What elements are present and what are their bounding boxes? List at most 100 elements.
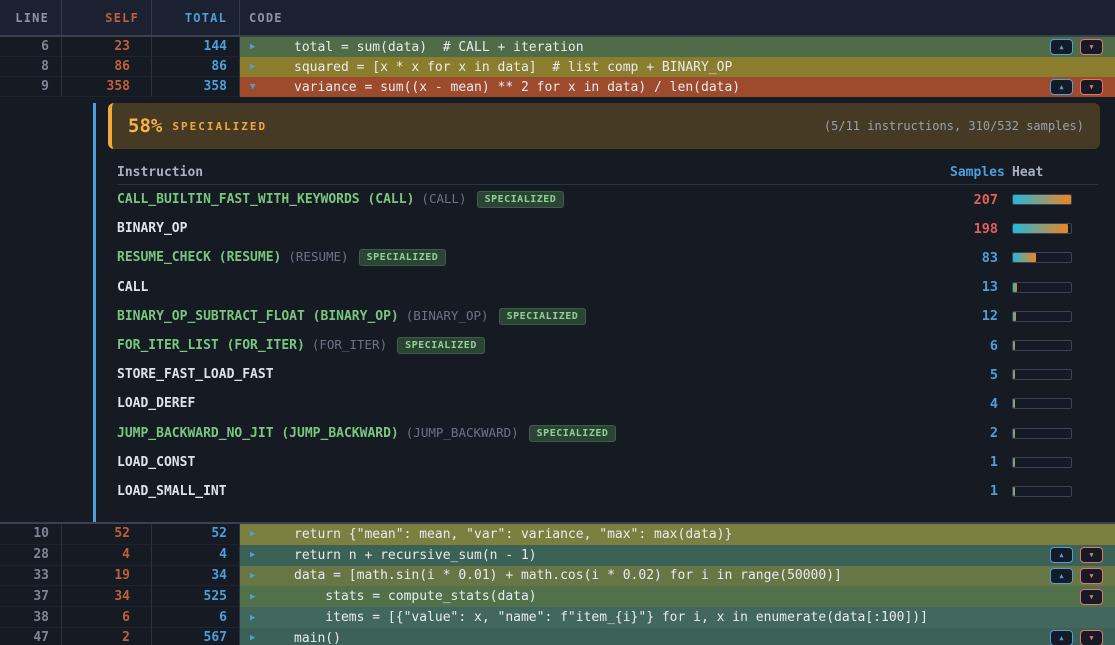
specialization-banner: 58% SPECIALIZED (5/11 instructions, 310/… [108, 103, 1100, 149]
heat-bar [1012, 194, 1072, 205]
code-text: stats = compute_stats(data) [294, 589, 537, 604]
line-number-cell: 33 [0, 566, 62, 587]
samples-value: 13 [950, 279, 1010, 295]
instruction-name: RESUME_CHECK (RESUME)(RESUME)SPECIALIZED [117, 249, 950, 266]
code-text: variance = sum((x - mean) ** 2 for x in … [294, 80, 740, 95]
expand-collapse-icon[interactable]: ▶ [250, 62, 262, 72]
jump-down-button[interactable]: ▼ [1080, 589, 1103, 605]
heat-bar-fill [1013, 487, 1015, 496]
down-arrow-icon: ▼ [1089, 572, 1093, 580]
up-arrow-icon: ▲ [1059, 572, 1063, 580]
up-arrow-icon: ▲ [1059, 634, 1063, 642]
jump-up-button[interactable]: ▲ [1050, 79, 1073, 95]
specialized-badge: SPECIALIZED [499, 308, 587, 325]
expand-collapse-icon[interactable]: ▶ [250, 633, 262, 643]
expand-collapse-icon[interactable]: ▶ [250, 592, 262, 602]
instruction-base-name: (BINARY_OP) [406, 308, 489, 323]
specialization-label: SPECIALIZED [172, 120, 267, 133]
code-text: return n + recursive_sum(n - 1) [294, 548, 537, 563]
code-cell[interactable]: ▶ squared = [x * x for x in data] # list… [240, 57, 1115, 77]
expand-collapse-icon[interactable]: ▶ [250, 613, 262, 623]
specialized-badge: SPECIALIZED [359, 249, 447, 266]
heat-bar-fill [1013, 195, 1071, 204]
code-cell[interactable]: ▶ main() ▲ ▼ [240, 628, 1115, 645]
instruction-row: STORE_FAST_LOAD_FAST 5 [117, 360, 1098, 389]
code-cell[interactable]: ▼ variance = sum((x - mean) ** 2 for x i… [240, 77, 1115, 97]
heat-bar-fill [1013, 429, 1015, 438]
profiler-view: LINE SELF TOTAL CODE 6 23 144 ▶ total = … [0, 0, 1115, 645]
instruction-row: FOR_ITER_LIST (FOR_ITER)(FOR_ITER)SPECIA… [117, 331, 1098, 360]
jump-up-button[interactable]: ▲ [1050, 568, 1073, 584]
heat-cell [1010, 252, 1098, 263]
code-row: 33 19 34 ▶ data = [math.sin(i * 0.01) + … [0, 566, 1115, 587]
instruction-name: CALL_BUILTIN_FAST_WITH_KEYWORDS (CALL)(C… [117, 191, 950, 208]
heat-cell [1010, 194, 1098, 205]
instruction-column-header[interactable]: Instruction [117, 165, 950, 180]
code-cell[interactable]: ▶ data = [math.sin(i * 0.01) + math.cos(… [240, 566, 1115, 587]
line-number-cell: 38 [0, 607, 62, 628]
heat-bar-fill [1013, 370, 1015, 379]
jump-down-button[interactable]: ▼ [1080, 630, 1103, 645]
code-row: 28 4 4 ▶ return n + recursive_sum(n - 1)… [0, 545, 1115, 566]
self-samples-cell: 52 [62, 524, 152, 545]
heat-bar-fill [1013, 312, 1016, 321]
heat-bar-fill [1013, 283, 1017, 292]
heat-cell [1010, 369, 1098, 380]
total-samples-cell: 144 [152, 37, 240, 57]
code-text: squared = [x * x for x in data] # list c… [294, 60, 732, 75]
jump-down-button[interactable]: ▼ [1080, 39, 1103, 55]
self-samples-cell: 19 [62, 566, 152, 587]
heat-bar-fill [1013, 399, 1015, 408]
jump-down-button[interactable]: ▼ [1080, 79, 1103, 95]
heat-cell [1010, 457, 1098, 468]
jump-up-button[interactable]: ▲ [1050, 630, 1073, 645]
heat-bar [1012, 340, 1072, 351]
expand-collapse-icon[interactable]: ▶ [250, 550, 262, 560]
heat-bar [1012, 369, 1072, 380]
line-number-cell: 9 [0, 77, 62, 97]
code-cell[interactable]: ▶ return n + recursive_sum(n - 1) ▲ ▼ [240, 545, 1115, 566]
self-samples-cell: 6 [62, 607, 152, 628]
jump-buttons: ▼ [1080, 589, 1103, 605]
samples-value: 4 [950, 396, 1010, 412]
expand-collapse-icon[interactable]: ▶ [250, 529, 262, 539]
jump-down-button[interactable]: ▼ [1080, 547, 1103, 563]
down-arrow-icon: ▼ [1089, 593, 1093, 601]
code-row: 10 52 52 ▶ return {"mean": mean, "var": … [0, 524, 1115, 545]
total-samples-cell: 52 [152, 524, 240, 545]
code-cell[interactable]: ▶ items = [{"value": x, "name": f"item_{… [240, 607, 1115, 628]
jump-buttons: ▲ ▼ [1050, 39, 1103, 55]
total-samples-cell: 567 [152, 628, 240, 645]
instruction-base-name: (JUMP_BACKWARD) [406, 425, 519, 440]
heat-bar [1012, 252, 1072, 263]
jump-up-button[interactable]: ▲ [1050, 39, 1073, 55]
jump-down-button[interactable]: ▼ [1080, 568, 1103, 584]
line-number-cell: 47 [0, 628, 62, 645]
heat-column-header[interactable]: Heat [1010, 165, 1098, 180]
self-samples-cell: 358 [62, 77, 152, 97]
expand-collapse-icon[interactable]: ▶ [250, 42, 262, 52]
sample-summary: (5/11 instructions, 310/532 samples) [824, 119, 1084, 133]
instruction-name: LOAD_DEREF [117, 396, 950, 411]
instruction-row: LOAD_DEREF 4 [117, 389, 1098, 418]
instruction-table-header: Instruction Samples Heat [117, 161, 1098, 185]
heat-cell [1010, 398, 1098, 409]
jump-up-button[interactable]: ▲ [1050, 547, 1073, 563]
heat-bar [1012, 223, 1072, 234]
expand-collapse-icon[interactable]: ▼ [250, 82, 262, 92]
expand-collapse-icon[interactable]: ▶ [250, 571, 262, 581]
total-samples-cell: 4 [152, 545, 240, 566]
jump-buttons: ▲ ▼ [1050, 547, 1103, 563]
samples-value: 6 [950, 338, 1010, 354]
heat-cell [1010, 340, 1098, 351]
heat-cell [1010, 282, 1098, 293]
code-cell[interactable]: ▶ total = sum(data) # CALL + iteration ▲… [240, 37, 1115, 57]
instruction-base-name: (RESUME) [288, 249, 348, 264]
self-samples-cell: 34 [62, 586, 152, 607]
instruction-base-name: (FOR_ITER) [312, 337, 387, 352]
code-cell[interactable]: ▶ stats = compute_stats(data) ▼ [240, 586, 1115, 607]
instruction-row: BINARY_OP_SUBTRACT_FLOAT (BINARY_OP)(BIN… [117, 302, 1098, 331]
code-cell[interactable]: ▶ return {"mean": mean, "var": variance,… [240, 524, 1115, 545]
line-number-cell: 8 [0, 57, 62, 77]
samples-column-header[interactable]: Samples [950, 165, 1010, 180]
